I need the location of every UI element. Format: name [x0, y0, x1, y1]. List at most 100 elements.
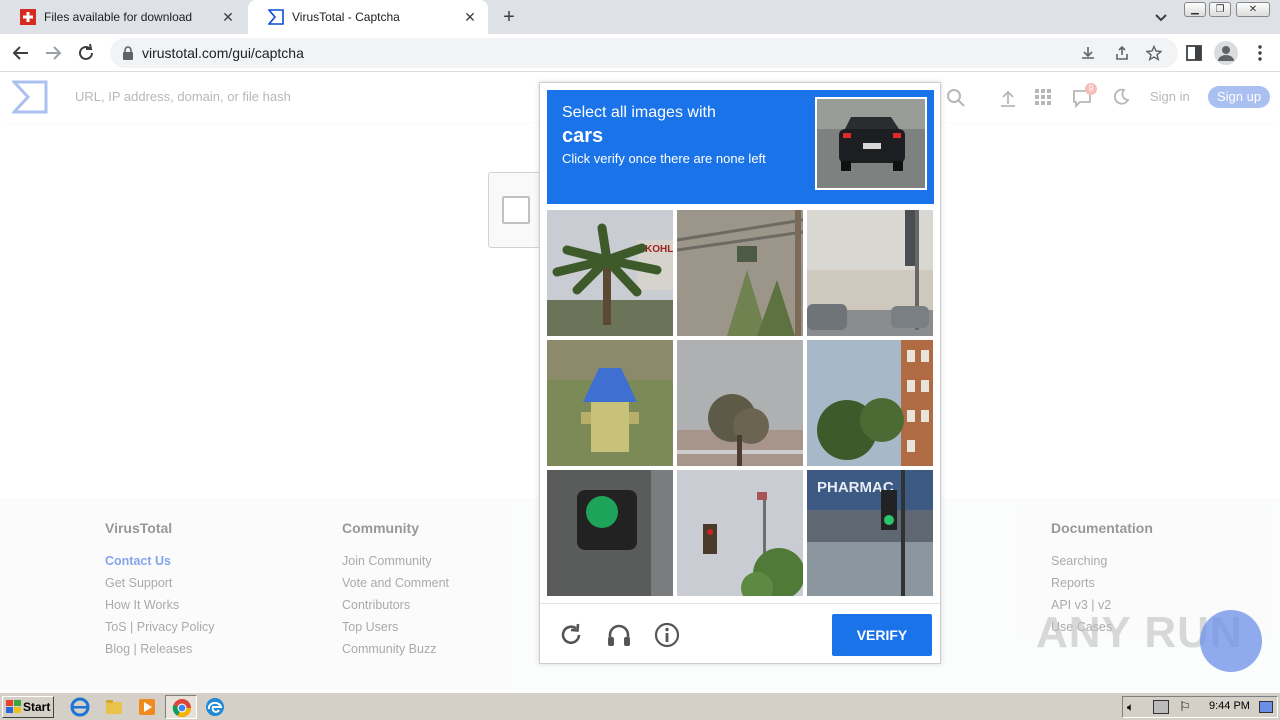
instruction-target: cars [562, 125, 604, 147]
footer-link[interactable]: Get Support [105, 572, 215, 594]
pharmacy-storefront-image: PHARMAC [807, 470, 933, 596]
vt-search-input[interactable]: URL, IP address, domain, or file hash [75, 89, 291, 104]
trees-brick-building-image [807, 340, 933, 466]
forward-icon[interactable] [42, 42, 64, 64]
reload-challenge-icon[interactable] [558, 622, 584, 648]
footer-heading: Community [342, 520, 419, 536]
reload-icon[interactable] [75, 42, 97, 64]
start-label: Start [23, 700, 51, 714]
info-icon[interactable] [654, 622, 680, 648]
show-desktop-icon[interactable] [1259, 701, 1273, 713]
network-icon[interactable] [1153, 700, 1169, 714]
tab-virustotal-captcha[interactable]: VirusTotal - Captcha ✕ [248, 0, 488, 34]
menu-dots-icon[interactable] [1250, 43, 1270, 63]
footer-link[interactable]: Blog | Releases [105, 638, 215, 660]
footer-link[interactable]: Contact Us [105, 550, 215, 572]
captcha-tile-4[interactable] [547, 340, 673, 466]
new-tab-button[interactable]: + [498, 6, 520, 28]
close-window-button[interactable]: ✕ [1236, 2, 1270, 17]
system-tray: 🔈︎ ⚐ 9:44 PM [1122, 696, 1278, 718]
apps-grid-icon[interactable] [1034, 88, 1052, 106]
captcha-tile-1[interactable]: KOHL [547, 210, 673, 336]
footer-column-community: Community Join Community Vote and Commen… [342, 520, 449, 660]
tab-strip: Files available for download ✕ VirusTota… [0, 0, 1280, 34]
fire-hydrant-image [547, 340, 673, 466]
address-bar[interactable]: virustotal.com/gui/captcha [110, 38, 1178, 68]
url-text: virustotal.com/gui/captcha [142, 45, 304, 61]
search-icon[interactable] [946, 88, 966, 108]
captcha-tile-2[interactable] [677, 210, 803, 336]
tab-title: VirusTotal - Captcha [292, 10, 400, 24]
dark-mode-moon-icon[interactable] [1112, 88, 1130, 106]
upload-icon[interactable] [998, 88, 1018, 108]
internet-explorer-icon[interactable] [70, 697, 90, 717]
captcha-tile-3[interactable] [807, 210, 933, 336]
lock-icon [123, 46, 133, 60]
tree-building-image [677, 340, 803, 466]
virustotal-logo-icon[interactable] [12, 80, 48, 114]
instruction-line: Select all images with [562, 104, 716, 121]
captcha-tile-7[interactable] [547, 470, 673, 596]
chevron-down-icon[interactable] [1152, 8, 1170, 26]
footer-link[interactable]: Contributors [342, 594, 449, 616]
captcha-tile-8[interactable] [677, 470, 803, 596]
share-icon[interactable] [1114, 45, 1130, 61]
sign-in-link[interactable]: Sign in [1150, 89, 1190, 104]
captcha-tile-5[interactable] [677, 340, 803, 466]
back-icon[interactable] [10, 42, 32, 64]
footer-link[interactable]: Join Community [342, 550, 449, 572]
tile-sign-text: KOHL [645, 244, 673, 255]
sign-up-button[interactable]: Sign up [1208, 86, 1270, 108]
audio-challenge-headphones-icon[interactable] [606, 622, 632, 648]
captcha-footer: VERIFY [540, 603, 940, 664]
browser-toolbar: virustotal.com/gui/captcha [0, 34, 1280, 72]
close-tab-icon[interactable]: ✕ [220, 9, 236, 25]
street-cars-image [807, 210, 933, 336]
captcha-challenge: Select all images with cars Click verify… [539, 82, 941, 664]
traffic-light-pole-image [677, 470, 803, 596]
traffic-light-green-image [547, 470, 673, 596]
footer-link[interactable]: How It Works [105, 594, 215, 616]
captcha-instructions: Select all images with cars Click verify… [547, 90, 934, 204]
footer-column-virustotal: VirusTotal Contact Us Get Support How It… [105, 520, 215, 660]
swiss-flag-icon [20, 9, 36, 25]
instruction-subtext: Click verify once there are none left [562, 151, 766, 166]
minimize-button[interactable]: ▁ [1184, 2, 1206, 17]
verify-button[interactable]: VERIFY [832, 614, 932, 656]
footer-link[interactable]: Community Buzz [342, 638, 449, 660]
bookmark-star-icon[interactable] [1146, 45, 1162, 61]
restore-button[interactable]: ❐ [1209, 2, 1231, 17]
virustotal-icon [268, 9, 284, 25]
notification-badge: 9 [1085, 83, 1097, 95]
profile-avatar-icon[interactable] [1214, 41, 1238, 65]
palm-tree-image: KOHL [547, 210, 673, 336]
captcha-tile-6[interactable] [807, 340, 933, 466]
sample-image [815, 97, 927, 190]
file-explorer-icon[interactable] [104, 697, 124, 717]
taskbar-chrome-active[interactable] [165, 695, 197, 719]
recaptcha-checkbox[interactable] [502, 196, 530, 224]
footer-link[interactable]: Reports [1051, 572, 1153, 594]
footer-link[interactable]: ToS | Privacy Policy [105, 616, 215, 638]
side-panel-icon[interactable] [1184, 43, 1204, 63]
media-player-icon[interactable] [137, 697, 157, 717]
volume-icon[interactable]: 🔈︎ [1127, 700, 1134, 715]
footer-link[interactable]: Searching [1051, 550, 1153, 572]
captcha-tile-9[interactable]: PHARMAC [807, 470, 933, 596]
clock: 9:44 PM [1209, 700, 1250, 712]
footer-heading: Documentation [1051, 520, 1153, 536]
chrome-icon [172, 699, 191, 718]
tab-files-download[interactable]: Files available for download ✕ [0, 0, 246, 34]
anyrun-logo-icon [1200, 610, 1262, 672]
footer-link[interactable]: Top Users [342, 616, 449, 638]
flag-icon[interactable]: ⚐ [1179, 699, 1191, 715]
windows-logo-icon [6, 700, 21, 713]
edge-icon[interactable] [205, 697, 225, 717]
start-button[interactable]: Start [2, 696, 54, 718]
download-icon[interactable] [1080, 45, 1096, 61]
tab-title: Files available for download [44, 10, 193, 24]
close-tab-icon[interactable]: ✕ [462, 9, 478, 25]
footer-link[interactable]: Vote and Comment [342, 572, 449, 594]
windows-taskbar: Start 🔈︎ ⚐ 9:44 PM [0, 692, 1280, 720]
grass-rail-image [677, 210, 803, 336]
